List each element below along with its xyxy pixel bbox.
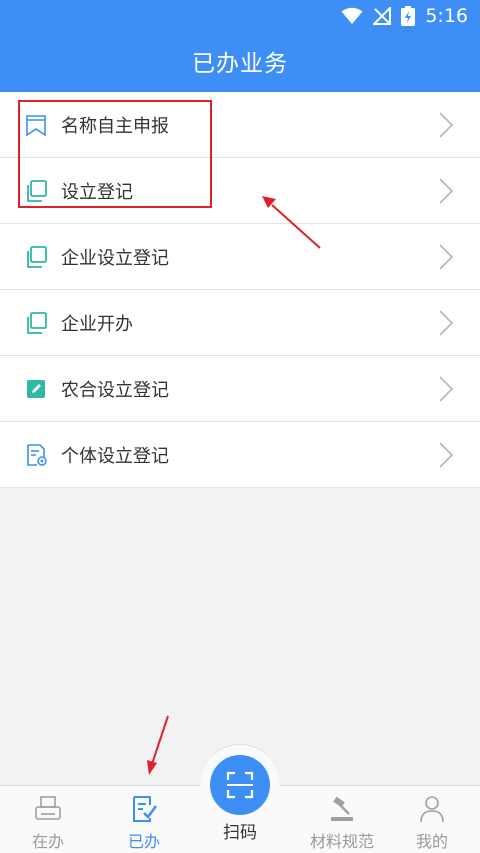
status-time: 5:16 — [425, 5, 468, 27]
gavel-icon — [331, 796, 353, 821]
chevron-right-icon — [439, 310, 454, 336]
tab-completed[interactable]: 已办 — [104, 786, 184, 853]
tab-mine[interactable]: 我的 — [392, 786, 472, 853]
chevron-right-icon — [439, 376, 454, 402]
list-item-label: 企业开办 — [61, 314, 133, 335]
app-header: 5:16 已办业务 — [0, 0, 480, 92]
document-icon — [27, 444, 47, 466]
chevron-right-icon — [439, 178, 454, 204]
list-item-enterprise-opening[interactable]: 企业开办 — [0, 290, 480, 356]
list-item-cooperative-registration[interactable]: 农合设立登记 — [0, 356, 480, 422]
scan-label: 扫码 — [223, 823, 257, 843]
list-item-label: 企业设立登记 — [61, 248, 169, 269]
tab-label: 已办 — [127, 832, 160, 851]
list-item-enterprise-registration[interactable]: 企业设立登记 — [0, 224, 480, 290]
chevron-right-icon — [439, 442, 454, 468]
annotation-highlight-box — [18, 100, 212, 208]
page-title: 已办业务 — [192, 51, 288, 77]
chevron-right-icon — [439, 244, 454, 270]
wifi-icon — [341, 7, 363, 24]
tab-label: 材料规范 — [309, 832, 374, 851]
no-signal-icon — [373, 7, 392, 25]
battery-charging-icon — [401, 6, 416, 26]
checklist-icon — [133, 796, 157, 822]
list-item-individual-registration[interactable]: 个体设立登记 — [0, 422, 480, 488]
copy-icon — [27, 312, 47, 334]
copy-icon — [27, 246, 47, 268]
tab-label: 在办 — [31, 832, 64, 851]
tab-material-standards[interactable]: 材料规范 — [292, 786, 392, 853]
list-item-label: 个体设立登记 — [61, 446, 169, 467]
printer-icon — [35, 796, 61, 820]
scan-button[interactable] — [210, 755, 270, 815]
edit-icon — [27, 380, 45, 398]
user-icon — [420, 796, 444, 823]
tab-label: 我的 — [415, 832, 448, 851]
chevron-right-icon — [439, 112, 454, 138]
tab-in-progress[interactable]: 在办 — [8, 786, 88, 853]
status-bar: 5:16 — [0, 0, 480, 32]
annotation-arrow-lower — [147, 715, 169, 775]
scan-icon — [226, 771, 254, 799]
list-item-label: 农合设立登记 — [61, 380, 169, 401]
